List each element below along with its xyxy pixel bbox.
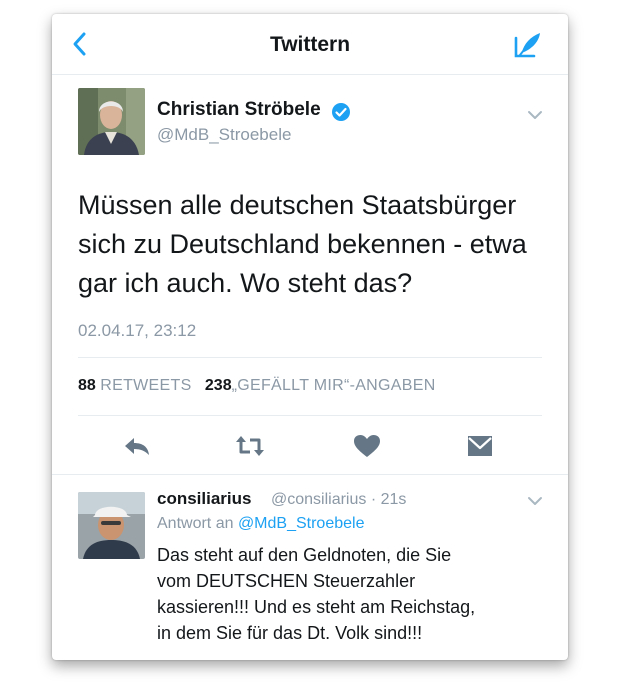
reply-author-handle[interactable]: @consiliarius (271, 491, 366, 508)
reply-text: Das steht auf den Geldnoten, die Sie vom… (157, 545, 476, 643)
chevron-down-icon[interactable] (526, 495, 544, 507)
direct-message-icon[interactable] (465, 433, 495, 459)
tweet-detail-screen: Twittern Christian Ströbele @MdB_Stroebe… (52, 14, 568, 660)
meta-separator: · (370, 491, 377, 508)
retweet-icon[interactable] (235, 433, 265, 459)
divider (78, 357, 542, 358)
divider (78, 415, 542, 416)
reply-author-name[interactable]: consiliarius (157, 489, 251, 509)
likes-label[interactable]: „GEFÄLLT MIR“-ANGABEN (232, 377, 436, 394)
reply-time: 21s (380, 491, 407, 508)
likes-count[interactable]: 238 (205, 377, 232, 394)
author-handle[interactable]: @MdB_Stroebele (157, 125, 291, 145)
reply-to-label: Antwort an (157, 515, 234, 532)
reply-to-line: Antwort an @MdB_Stroebele (157, 515, 364, 533)
author-name[interactable]: Christian Ströbele (157, 99, 321, 121)
retweets-label[interactable]: RETWEETS (100, 377, 191, 394)
tweet-timestamp: 02.04.17, 23:12 (78, 321, 197, 340)
reply-meta: @consiliarius · 21s (271, 491, 406, 509)
compose-tweet-icon[interactable] (512, 30, 544, 60)
tweet-text: Müssen alle deutschen Staatsbürger sich … (78, 190, 527, 298)
avatar[interactable] (78, 88, 145, 155)
verified-badge-icon (332, 103, 350, 121)
navigation-bar: Twittern (52, 14, 568, 75)
reply-to-handle-link[interactable]: @MdB_Stroebele (238, 515, 365, 532)
reply-icon[interactable] (122, 433, 152, 459)
divider (52, 474, 568, 475)
tweet-stats: 88 RETWEETS 238„GEFÄLLT MIR“-ANGABEN (78, 377, 436, 395)
retweets-count[interactable]: 88 (78, 377, 96, 394)
heart-icon[interactable] (352, 433, 382, 459)
page-title: Twittern (269, 33, 351, 56)
chevron-down-icon[interactable] (526, 109, 544, 121)
avatar[interactable] (78, 492, 145, 559)
